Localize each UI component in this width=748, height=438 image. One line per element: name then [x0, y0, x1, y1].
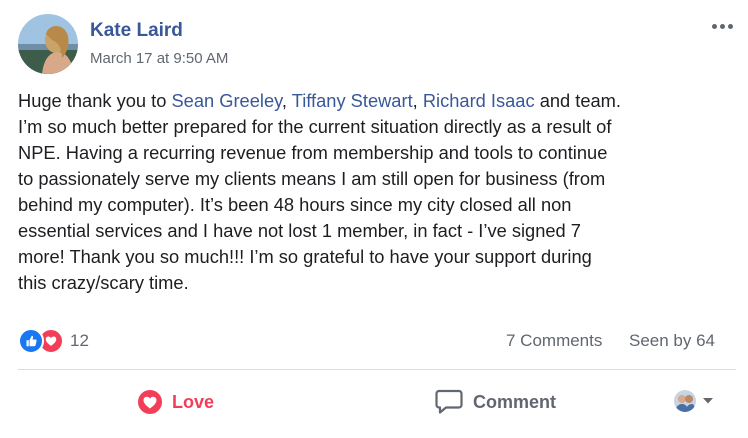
post-text-segment: NPE. Having a recurring revenue from mem…: [18, 142, 608, 163]
author-avatar[interactable]: [18, 14, 78, 74]
post-text-line: Huge thank you to Sean Greeley, Tiffany …: [18, 88, 736, 114]
comment-label: Comment: [473, 391, 557, 412]
post-text-segment: behind my computer). It’s been 48 hours …: [18, 194, 572, 215]
post-text-line: I’m so much better prepared for the curr…: [18, 114, 736, 140]
post-text-segment: this crazy/scary time.: [18, 272, 189, 293]
love-label: Love: [172, 391, 215, 412]
ellipsis-icon[interactable]: [708, 16, 736, 36]
post-text-line: to passionately serve my clients means I…: [18, 166, 736, 192]
comments-count[interactable]: 7 Comments: [506, 331, 602, 351]
post-text-segment: to passionately serve my clients means I…: [18, 168, 606, 189]
post-text-line: this crazy/scary time.: [18, 270, 736, 296]
comment-button[interactable]: Comment: [435, 384, 556, 420]
post-timestamp[interactable]: March 17 at 9:50 AM: [90, 50, 228, 67]
post-text: Huge thank you to Sean Greeley, Tiffany …: [18, 88, 736, 296]
post-text-segment: ,: [281, 90, 292, 111]
post-text-segment: I’m so much better prepared for the curr…: [18, 116, 612, 137]
post-text-line: essential services and I have not lost 1…: [18, 218, 736, 244]
post-text-line: NPE. Having a recurring revenue from mem…: [18, 140, 736, 166]
post-text-segment: ,: [412, 90, 423, 111]
post-text-segment: essential services and I have not lost 1…: [18, 220, 581, 241]
love-button[interactable]: Love: [138, 384, 214, 420]
user-avatar: [674, 390, 696, 412]
post-text-segment: more! Thank you so much!!! I’m so gratef…: [18, 246, 592, 267]
post-text-segment: Huge thank you to: [18, 90, 172, 111]
author-name[interactable]: Kate Laird: [90, 20, 183, 42]
post-as-selector[interactable]: [674, 390, 714, 412]
post-text-segment: and team.: [534, 90, 621, 111]
divider: [18, 369, 736, 370]
reaction-count: 12: [70, 331, 89, 350]
love-icon: [138, 390, 162, 414]
mention-link[interactable]: Tiffany Stewart: [292, 90, 413, 111]
chevron-down-icon: [702, 392, 714, 410]
post-card: Kate Laird March 17 at 9:50 AM Huge than…: [0, 0, 748, 438]
post-text-line: behind my computer). It’s been 48 hours …: [18, 192, 736, 218]
seen-by-count[interactable]: Seen by 64: [629, 331, 715, 351]
mention-link[interactable]: Sean Greeley: [171, 90, 281, 111]
reactions-summary[interactable]: 12: [18, 328, 89, 354]
comment-icon: [435, 389, 463, 415]
like-reaction-icon: [18, 328, 44, 354]
mention-link[interactable]: Richard Isaac: [423, 90, 535, 111]
post-text-line: more! Thank you so much!!! I’m so gratef…: [18, 244, 736, 270]
